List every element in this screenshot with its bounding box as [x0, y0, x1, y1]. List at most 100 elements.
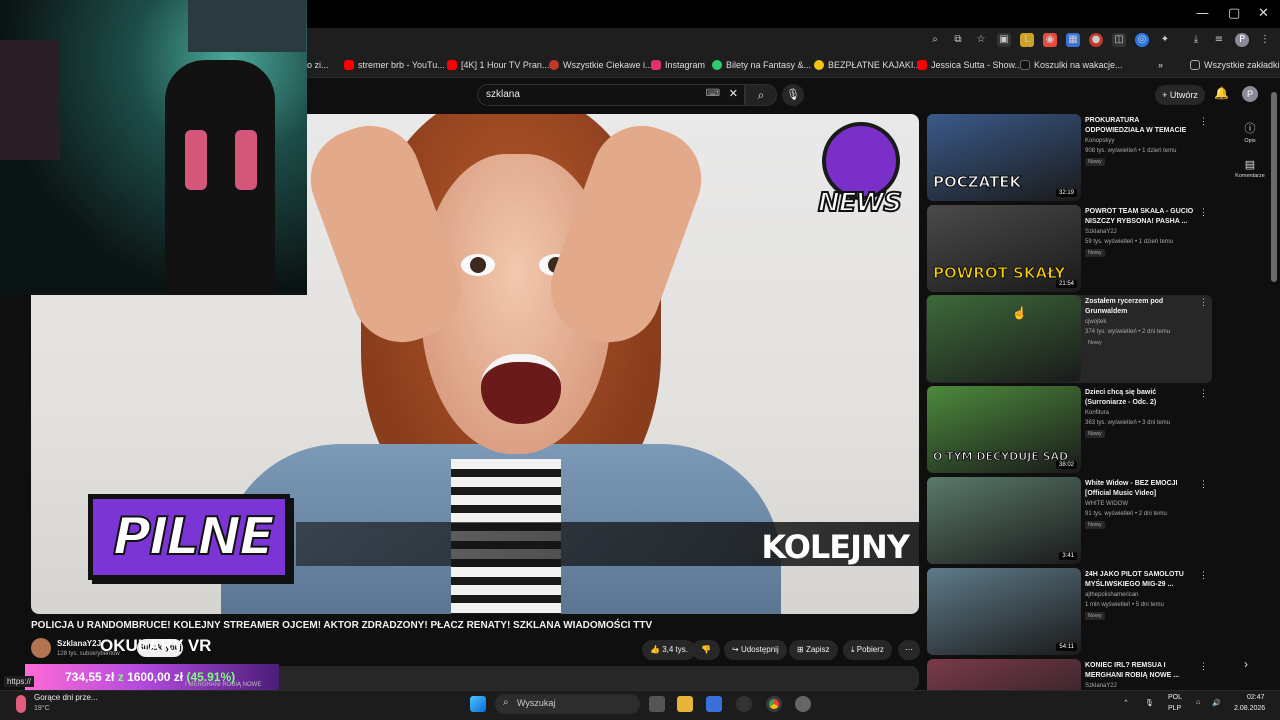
bookmark-item[interactable]: lo zi...: [305, 60, 329, 70]
keyboard-icon[interactable]: ⌨: [706, 88, 720, 99]
urgent-badge-text: PILNE: [112, 506, 276, 568]
page-scrollbar[interactable]: [1271, 92, 1277, 282]
volume-icon[interactable]: 🔊: [1212, 699, 1221, 707]
description-rail-button[interactable]: ⓘ Opis: [1222, 120, 1278, 144]
more-options-icon[interactable]: ⋮: [1199, 570, 1208, 581]
language-line-2[interactable]: PLP: [1168, 705, 1181, 712]
youtube-avatar[interactable]: P: [1242, 86, 1258, 102]
chrome-menu-icon[interactable]: ⋮: [1258, 33, 1272, 47]
recommendation-title[interactable]: 24H JAKO PILOT SAMOLOTU MYŚLIWSKIEGO MIG…: [1085, 570, 1197, 590]
windows-start-icon[interactable]: [470, 696, 486, 712]
chevron-right-icon[interactable]: ›: [1244, 657, 1248, 671]
recommendation-card[interactable]: POCZĄTEK 32:19 PROKURATURA ODPOWIEDZIAŁA W…: [926, 114, 1212, 202]
recommendation-thumbnail[interactable]: POCZĄTEK 32:19: [927, 114, 1081, 201]
recommendation-card[interactable]: Zostałem rycerzem pod Grunwaldem cjwojtek…: [926, 295, 1212, 383]
profile-avatar[interactable]: P: [1235, 33, 1249, 47]
more-options-icon[interactable]: ⋮: [1199, 207, 1208, 218]
all-bookmarks-button[interactable]: Wszystkie zakładki: [1190, 60, 1280, 70]
settings-gear-icon[interactable]: [795, 696, 811, 712]
obs-icon[interactable]: [736, 696, 752, 712]
bookmark-star-icon[interactable]: ☆: [974, 33, 988, 47]
channel-name[interactable]: SzklanaY2J: [57, 639, 101, 648]
task-view-icon[interactable]: [649, 696, 665, 712]
chrome-icon[interactable]: [766, 696, 782, 712]
recommendation-title[interactable]: PROKURATURA ODPOWIEDZIAŁA W TEMACIE FAGA…: [1085, 116, 1197, 136]
dislike-button[interactable]: 👎: [692, 640, 720, 660]
notifications-bell-icon[interactable]: 🔔: [1214, 86, 1229, 100]
search-button[interactable]: ⌕: [745, 84, 777, 106]
recommendation-thumbnail[interactable]: POWRÓT SKAŁY 21:54: [927, 205, 1081, 292]
extension-2-icon[interactable]: L: [1020, 33, 1034, 47]
more-options-icon[interactable]: ⋮: [1199, 479, 1208, 490]
thumbs-up-icon: 👍: [650, 645, 663, 654]
language-line-1[interactable]: POL: [1168, 694, 1182, 701]
more-options-icon[interactable]: ⋮: [1199, 388, 1208, 399]
download-button[interactable]: ⤓ Pobierz: [843, 640, 892, 660]
extension-4-icon[interactable]: ▦: [1066, 33, 1080, 47]
clock-time[interactable]: 02:47: [1247, 694, 1265, 701]
youtube-favicon-icon: [447, 60, 457, 70]
bookmark-item[interactable]: [4K] 1 Hour TV Pran...: [447, 60, 549, 70]
bookmark-item[interactable]: Jessica Sutta - Show...: [917, 60, 1022, 70]
file-explorer-icon[interactable]: [677, 696, 693, 712]
youtube-favicon-icon: [917, 60, 927, 70]
recommendation-title[interactable]: Zostałem rycerzem pod Grunwaldem: [1085, 297, 1197, 317]
bookmark-item[interactable]: Instagram: [651, 60, 705, 70]
microphone-tray-icon[interactable]: 🎙: [1145, 699, 1154, 707]
close-window-button[interactable]: ✕: [1258, 6, 1269, 21]
maximize-button[interactable]: ▢: [1228, 6, 1240, 21]
save-button[interactable]: ⊞ Zapisz: [789, 640, 838, 660]
bookmark-item[interactable]: stremer brb - YouTu...: [344, 60, 445, 70]
tray-overflow-icon[interactable]: ⌃: [1123, 699, 1129, 707]
taskbar-search-placeholder: Wyszukaj: [517, 698, 556, 708]
comments-rail-button[interactable]: ▤ Komentarze: [1222, 158, 1278, 179]
search-input[interactable]: szklana ⌨ ✕: [477, 84, 745, 106]
extensions-puzzle-icon[interactable]: ✦: [1158, 33, 1172, 47]
recommendation-card[interactable]: 54:11 24H JAKO PILOT SAMOLOTU MYŚLIWSKIEG…: [926, 568, 1212, 656]
install-app-icon[interactable]: ⧉: [951, 33, 965, 47]
channel-avatar[interactable]: [31, 638, 51, 658]
clock-date[interactable]: 2.08.2026: [1234, 705, 1265, 712]
extension-7-icon[interactable]: ◎: [1135, 33, 1149, 47]
bookmarks-overflow-icon[interactable]: »: [1158, 60, 1163, 70]
recommendation-card[interactable]: 3:41 White Widow - BEZ EMOCJI [Official M…: [926, 477, 1212, 565]
bookmark-item[interactable]: Koszulki na wakacje...: [1020, 60, 1123, 70]
bookmark-item[interactable]: BEZPŁATNE KAJAKI...: [814, 60, 921, 70]
bookmark-item[interactable]: Wszystkie Ciekawe i...: [549, 60, 653, 70]
share-button[interactable]: ↪ Udostępnij: [724, 640, 787, 660]
weather-icon[interactable]: [16, 695, 26, 713]
zoom-icon[interactable]: ⌕: [928, 33, 942, 47]
clear-search-icon[interactable]: ✕: [729, 87, 738, 100]
more-actions-button[interactable]: ⋯: [898, 640, 920, 660]
recommendation-title[interactable]: Dzieci chcą się bawić (Surroniarze - Odc…: [1085, 388, 1197, 408]
recommendation-card[interactable]: POWRÓT SKAŁY 21:54 POWRÓT TEAM SKAŁA - GUC…: [926, 205, 1212, 293]
recommendation-title[interactable]: White Widow - BEZ EMOCJI [Official Music…: [1085, 479, 1197, 499]
more-options-icon[interactable]: ⋮: [1199, 661, 1208, 672]
taskbar-search[interactable]: ⌕ Wyszukaj: [495, 694, 640, 714]
like-button[interactable]: 👍 3,4 tys.: [642, 640, 696, 660]
media-control-icon[interactable]: ≡: [1212, 33, 1226, 47]
site-favicon-icon: [712, 60, 722, 70]
extension-6-icon[interactable]: ◫: [1112, 33, 1126, 47]
bookmark-item[interactable]: Bilety na Fantasy &...: [712, 60, 811, 70]
extension-5-icon[interactable]: ●: [1089, 33, 1103, 47]
recommendation-thumbnail[interactable]: [927, 295, 1081, 382]
more-options-icon[interactable]: ⋮: [1199, 297, 1208, 308]
recommendation-thumbnail[interactable]: 3:41: [927, 477, 1081, 564]
create-button[interactable]: + Utwórz: [1155, 85, 1205, 105]
network-icon[interactable]: ⌂: [1196, 699, 1200, 706]
minimize-button[interactable]: —: [1196, 6, 1209, 21]
recommendation-title[interactable]: KONIEC IRL? REMSUA I MERGHANI ROBIĄ NOWE…: [1085, 661, 1197, 681]
more-options-icon[interactable]: ⋮: [1199, 116, 1208, 127]
store-icon[interactable]: [706, 696, 722, 712]
recommendation-title[interactable]: POWRÓT TEAM SKAŁA - GUCIO NISZCZY RYBSON…: [1085, 207, 1197, 227]
extension-1-icon[interactable]: ▣: [997, 33, 1011, 47]
recommendation-thumbnail[interactable]: 54:11: [927, 568, 1081, 655]
recommendation-thumbnail[interactable]: O TYM DECYDUJE SĄD 38:02: [927, 386, 1081, 473]
weather-title[interactable]: Gorące dni prze...: [34, 693, 98, 702]
download-icon[interactable]: ⤓: [1189, 33, 1203, 47]
extension-3-icon[interactable]: ◉: [1043, 33, 1057, 47]
voice-search-button[interactable]: 🎙: [782, 84, 804, 106]
recommendation-card[interactable]: O TYM DECYDUJE SĄD 38:02 Dzieci chcą się b…: [926, 386, 1212, 474]
rail-label: Komentarze: [1235, 173, 1265, 179]
